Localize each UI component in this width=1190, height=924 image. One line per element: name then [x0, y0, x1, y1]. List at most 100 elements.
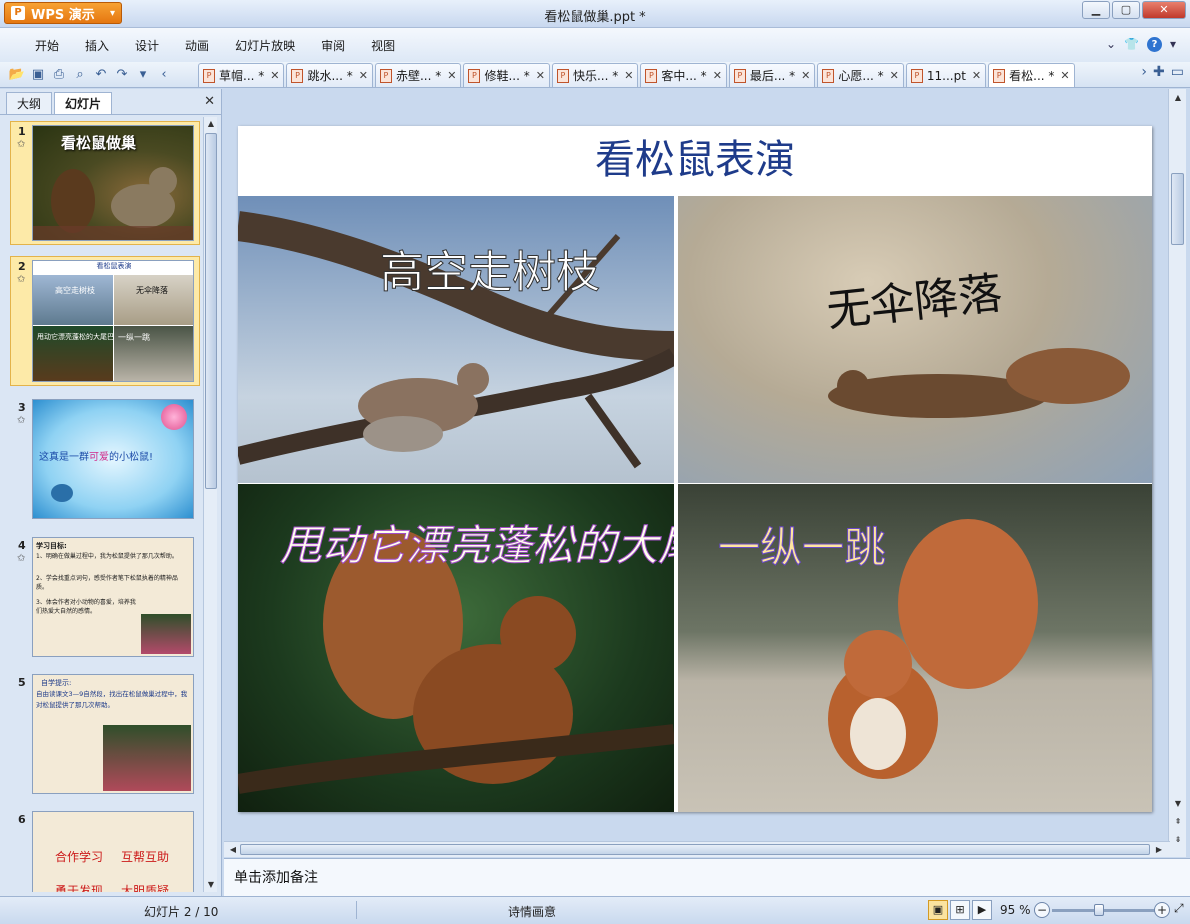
scroll-up-icon[interactable]: ▲: [1171, 91, 1185, 105]
tab-scroll-left-icon[interactable]: ‹: [155, 66, 173, 84]
thumb-quad: 无伞降落: [114, 275, 193, 325]
quick-access-toolbar: 📂 ▣ ⎙ ⌕ ↶ ↷ ▾ ‹ P 草帽... * ✕ P 跳水... * ✕ P 赤壁.…: [0, 62, 1190, 88]
document-tab[interactable]: P 快乐... * ✕: [551, 63, 639, 87]
menu-animation[interactable]: 动画: [172, 37, 222, 54]
close-tab-icon[interactable]: ✕: [447, 69, 456, 82]
close-tab-icon[interactable]: ✕: [536, 69, 545, 82]
transition-star-icon: ✩: [17, 553, 26, 564]
print-preview-icon[interactable]: ⌕: [71, 66, 89, 84]
menu-slideshow[interactable]: 幻灯片放映: [222, 37, 308, 54]
close-tab-icon[interactable]: ✕: [1060, 69, 1069, 82]
canvas-vertical-scrollbar[interactable]: ▲ ▼ ⇞ ⇟: [1168, 89, 1186, 857]
scrollbar-thumb[interactable]: [240, 844, 1150, 855]
thumbnail-text-highlight: 可爱: [89, 452, 109, 463]
status-bar: 幻灯片 2 / 10 诗情画意 ▣ ⊞ ▶ 95 % − + ⤢: [0, 896, 1190, 924]
notes-pane[interactable]: 单击添加备注: [224, 858, 1190, 896]
document-tab[interactable]: P 赤壁... * ✕: [374, 63, 462, 87]
thumbnail-item-selected[interactable]: 2 ✩ 看松鼠表演 高空走树枝 无伞降落 甩动它漂亮蓬松的大尾巴 一纵一跳: [0, 256, 200, 386]
thumbnail-item[interactable]: 1 ✩ 看松鼠做巢: [0, 119, 200, 245]
zoom-level[interactable]: 95 %: [1000, 903, 1031, 917]
document-tab[interactable]: P 修鞋... * ✕: [463, 63, 550, 87]
slideshow-view-button[interactable]: ▶: [972, 900, 992, 920]
normal-view-button[interactable]: ▣: [928, 900, 948, 920]
thumbnail-scrollbar[interactable]: ▲ ▼: [203, 117, 217, 892]
scroll-right-icon[interactable]: ▶: [1152, 843, 1166, 857]
scroll-up-icon[interactable]: ▲: [204, 117, 218, 131]
close-tab-icon[interactable]: ✕: [713, 69, 722, 82]
undo-icon[interactable]: ↶: [92, 66, 110, 84]
document-tab[interactable]: P 最后... * ✕: [728, 63, 816, 87]
tab-outline[interactable]: 大纲: [6, 92, 53, 114]
tab-list-icon[interactable]: ▭: [1171, 64, 1184, 80]
document-tab[interactable]: P 草帽... * ✕: [198, 63, 285, 87]
thumbnail-item[interactable]: 4 ✩ 学习目标: 1、明确在做巢过程中，我为松鼠提供了那几次帮助。 2、学会找…: [0, 535, 200, 661]
tab-slides[interactable]: 幻灯片: [54, 92, 113, 114]
scrollbar-thumb[interactable]: [1171, 173, 1184, 245]
menu-design[interactable]: 设计: [122, 37, 172, 54]
maximize-button[interactable]: ▢: [1112, 1, 1140, 19]
minimize-button[interactable]: ▁: [1082, 1, 1110, 19]
slide-title[interactable]: 看松鼠表演: [238, 126, 1152, 196]
document-tab[interactable]: P 客中... * ✕: [640, 63, 727, 87]
close-tab-icon[interactable]: ✕: [270, 69, 279, 82]
zoom-slider-handle[interactable]: [1094, 904, 1104, 916]
photo-flying-squirrel[interactable]: 无伞降落: [678, 196, 1152, 483]
print-icon[interactable]: ⎙: [50, 66, 68, 84]
help-dropdown-icon[interactable]: ▾: [1170, 37, 1176, 52]
current-slide[interactable]: 看松鼠表演 高空走树枝 无伞降落 甩动它漂亮蓬松的大 一纵一跳: [238, 126, 1152, 812]
thumbnail-item[interactable]: 3 ✩ 这真是一群可爱的小松鼠!: [0, 397, 200, 523]
previous-slide-icon[interactable]: ⇞: [1171, 815, 1185, 829]
notes-placeholder[interactable]: 单击添加备注: [234, 870, 318, 886]
zoom-out-button[interactable]: −: [1034, 902, 1050, 918]
fit-window-icon[interactable]: ⤢: [1174, 901, 1184, 916]
ppt-file-icon: P: [468, 68, 481, 83]
close-tab-icon[interactable]: ✕: [972, 69, 981, 82]
menu-view[interactable]: 视图: [358, 37, 408, 54]
collapse-ribbon-icon[interactable]: ⌄: [1106, 37, 1116, 52]
zoom-slider-track[interactable]: [1052, 909, 1156, 912]
close-tab-icon[interactable]: ✕: [624, 69, 633, 82]
thumbnail-item[interactable]: 5 自学提示: 自由读课文3—9自然段，找出在松鼠做巢过程中，我对松鼠提供了那几…: [0, 672, 200, 798]
open-folder-icon[interactable]: 📂: [8, 66, 26, 84]
ppt-file-icon: P: [291, 68, 304, 83]
next-slide-icon[interactable]: ⇟: [1171, 833, 1185, 847]
new-tab-icon[interactable]: ✚: [1153, 64, 1165, 80]
close-tab-icon[interactable]: ✕: [359, 69, 368, 82]
scroll-down-icon[interactable]: ▼: [204, 878, 218, 892]
close-panel-icon[interactable]: ✕: [204, 94, 215, 109]
close-tab-icon[interactable]: ✕: [890, 69, 899, 82]
canvas-horizontal-scrollbar[interactable]: ◀ ▶: [224, 841, 1170, 857]
caption-high-branch[interactable]: 高空走树枝: [380, 236, 601, 300]
document-tab[interactable]: P 11...pt ✕: [905, 63, 987, 87]
document-tab[interactable]: P 心愿... * ✕: [817, 63, 904, 87]
help-icon[interactable]: ?: [1146, 37, 1162, 52]
transition-star-icon: ✩: [17, 415, 26, 426]
document-tab-active[interactable]: P 看松... * ✕: [988, 63, 1075, 87]
close-window-button[interactable]: ✕: [1142, 1, 1186, 19]
menu-review[interactable]: 审阅: [308, 37, 358, 54]
caption-leap[interactable]: 一纵一跳: [717, 514, 886, 575]
transition-star-icon: ✩: [17, 274, 26, 285]
tab-scroll-right-icon[interactable]: ›: [1141, 64, 1147, 80]
skin-shirt-icon[interactable]: 👕: [1124, 37, 1139, 52]
photo-jumping-squirrel[interactable]: 一纵一跳: [678, 484, 1152, 812]
save-icon[interactable]: ▣: [29, 66, 47, 84]
redo-icon[interactable]: ↷: [113, 66, 131, 84]
thumbnail-heading: 自学提示:: [41, 679, 72, 687]
menu-start[interactable]: 开始: [22, 37, 72, 54]
scrollbar-thumb[interactable]: [205, 133, 217, 489]
slide-editor-canvas[interactable]: 看松鼠表演 高空走树枝 无伞降落 甩动它漂亮蓬松的大 一纵一跳: [224, 89, 1170, 841]
thumbnail-item[interactable]: 6 合作学习 互帮互助 勇于发现 大胆质疑: [0, 809, 200, 892]
document-tab[interactable]: P 跳水... * ✕: [286, 63, 373, 87]
photo-big-tail-squirrel[interactable]: 甩动它漂亮蓬松的大尾巴: [238, 484, 674, 812]
close-tab-icon[interactable]: ✕: [801, 69, 810, 82]
slide-number: 4: [18, 539, 26, 552]
scroll-left-icon[interactable]: ◀: [226, 843, 240, 857]
caption-big-tail[interactable]: 甩动它漂亮蓬松的大尾巴: [279, 512, 674, 573]
scroll-down-icon[interactable]: ▼: [1171, 797, 1185, 811]
zoom-in-button[interactable]: +: [1154, 902, 1170, 918]
customize-toolbar-icon[interactable]: ▾: [134, 66, 152, 84]
slide-sorter-view-button[interactable]: ⊞: [950, 900, 970, 920]
menu-insert[interactable]: 插入: [72, 37, 122, 54]
photo-branch-squirrel[interactable]: 高空走树枝: [238, 196, 674, 483]
